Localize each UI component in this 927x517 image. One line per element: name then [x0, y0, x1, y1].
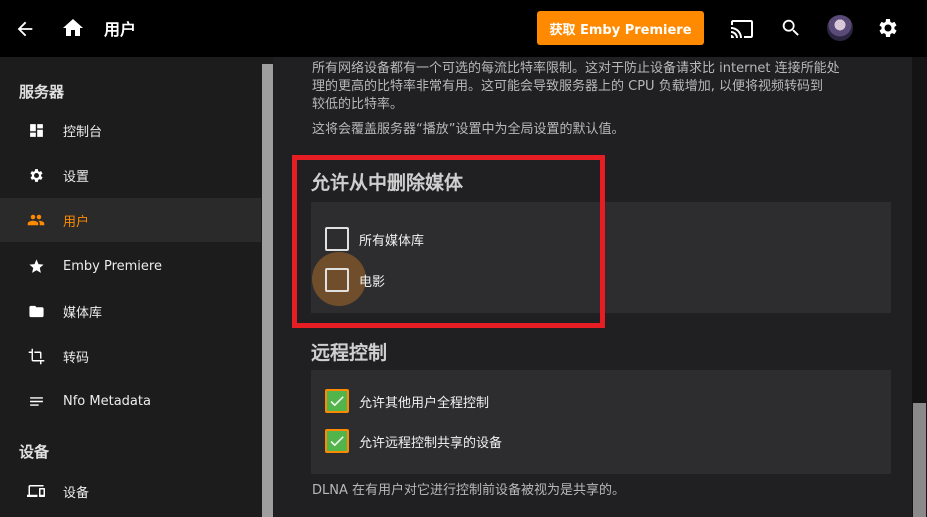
- sidebar-item-label: 用户: [63, 214, 90, 230]
- checkmark-icon: [330, 396, 344, 407]
- sidebar-item-settings[interactable]: 设置: [0, 153, 261, 197]
- star-icon: [27, 257, 45, 275]
- sidebar-item-nfo-metadata[interactable]: Nfo Metadata: [0, 379, 261, 423]
- sidebar-item-label: Nfo Metadata: [63, 393, 151, 409]
- people-icon: [27, 211, 45, 229]
- shared-devices-checkbox[interactable]: [325, 429, 349, 453]
- bitrate-description-line: 理的更高的比特率非常有用。这可能会导致服务器上的 CPU 负载增加, 以便将视频…: [312, 79, 823, 94]
- checkbox-label: 允许其他用户全程控制: [359, 395, 490, 411]
- sidebar-item-label: 设置: [63, 169, 90, 185]
- search-icon[interactable]: [776, 13, 806, 43]
- checkmark-icon: [330, 436, 344, 447]
- bitrate-description-line: 所有网络设备都有一个可选的每流比特率限制。这对于防止设备请求比 internet…: [312, 61, 840, 76]
- devices-icon: [27, 482, 45, 500]
- sidebar-item-dashboard[interactable]: 控制台: [0, 108, 261, 152]
- sidebar-item-label: Emby Premiere: [63, 258, 162, 274]
- sidebar-item-label: 转码: [63, 350, 90, 366]
- dashboard-icon: [27, 121, 45, 139]
- bitrate-description: 所有网络设备都有一个可选的每流比特率限制。这对于防止设备请求比 internet…: [312, 60, 892, 114]
- back-arrow-icon[interactable]: [10, 14, 40, 44]
- dlna-note: DLNA 在有用户对它进行控制前设备被视为是共享的。: [312, 483, 626, 498]
- sidebar-heading-devices: 设备: [19, 443, 50, 461]
- top-bar: 用户 获取 Emby Premiere: [0, 0, 927, 57]
- checkbox-row-shared-devices[interactable]: 允许远程控制共享的设备: [325, 428, 502, 454]
- checkbox-label: 允许远程控制共享的设备: [359, 435, 503, 451]
- gear-icon: [27, 166, 45, 184]
- page-scrollbar-thumb[interactable]: [913, 403, 926, 517]
- cast-icon[interactable]: [727, 14, 757, 44]
- override-note: 这将会覆盖服务器“播放”设置中为全局设置的默认值。: [312, 122, 625, 137]
- home-icon[interactable]: [58, 13, 88, 43]
- page-title: 用户: [104, 20, 137, 39]
- notes-icon: [27, 392, 45, 410]
- sidebar-item-users[interactable]: 用户: [0, 198, 261, 242]
- full-control-checkbox[interactable]: [325, 389, 349, 413]
- sidebar-item-label: 控制台: [63, 124, 103, 140]
- sidebar-item-label: 设备: [63, 485, 90, 501]
- sidebar-scrollbar-thumb[interactable]: [262, 64, 273, 517]
- sidebar-item-library[interactable]: 媒体库: [0, 289, 261, 333]
- sidebar-item-label: 媒体库: [63, 305, 103, 321]
- get-premiere-button[interactable]: 获取 Emby Premiere: [537, 11, 704, 45]
- remote-control-title: 远程控制: [311, 342, 388, 364]
- sidebar-item-transcoding[interactable]: 转码: [0, 334, 261, 378]
- remote-control-card: [311, 370, 891, 474]
- sidebar-heading-server: 服务器: [19, 83, 65, 101]
- folder-icon: [27, 302, 45, 320]
- settings-gear-icon[interactable]: [873, 13, 903, 43]
- bitrate-description-line: 较低的比特率。: [312, 97, 404, 112]
- checkbox-row-full-control[interactable]: 允许其他用户全程控制: [325, 388, 489, 414]
- crop-icon: [27, 347, 45, 365]
- sidebar-item-emby-premiere[interactable]: Emby Premiere: [0, 244, 261, 288]
- sidebar-item-devices[interactable]: 设备: [0, 469, 261, 513]
- user-avatar[interactable]: [827, 15, 853, 41]
- highlight-annotation-box: [292, 155, 605, 328]
